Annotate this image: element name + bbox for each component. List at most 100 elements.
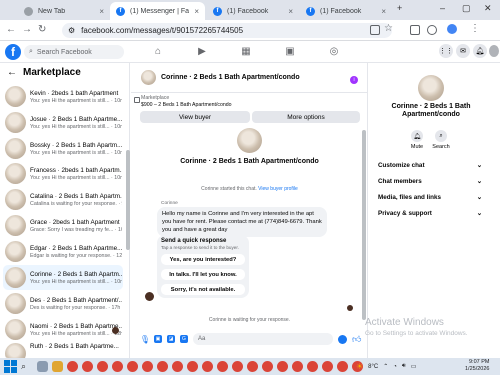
groups-icon[interactable]: ▣ [284,45,296,57]
customize-chat-row[interactable]: Customize chat ⌄ [378,158,482,172]
reload-icon[interactable]: ↻ [38,24,46,35]
back-arrow-icon[interactable]: ← [7,67,17,78]
tab-new-tab[interactable]: New Tab × [18,2,110,20]
chat-scrollbar[interactable] [362,130,366,320]
message-input[interactable]: Aa [193,333,333,345]
chrome-app-icon[interactable] [202,361,213,372]
back-icon[interactable]: ← [6,24,16,35]
battery-icon[interactable]: ▭ [411,363,417,370]
chrome-app-icon[interactable] [217,361,228,372]
maximize-icon[interactable]: ▢ [462,3,471,14]
chat-list-item[interactable]: Josue · 2 Beds 1 Bath Apartme... You: yes… [3,110,123,135]
view-buyer-button[interactable]: View buyer [140,111,250,123]
minimize-icon[interactable]: – [440,3,445,13]
chrome-app-icon[interactable] [247,361,258,372]
chat-list-item[interactable]: Naomi · 2 Beds 1 Bath Apartme... You: yes… [3,317,123,342]
file-explorer-icon[interactable] [52,361,63,372]
microphone-icon[interactable]: 🎙︎ [140,335,150,344]
like-icon[interactable]: 👍︎ [352,334,361,345]
marketplace-icon[interactable]: ▦ [240,45,252,57]
menu-icon[interactable]: ⋮ [470,23,480,34]
facebook-search[interactable]: ⌕ Search Facebook [24,45,124,59]
buyer-avatar[interactable] [145,292,154,301]
chrome-app-icon[interactable] [187,361,198,372]
weather-icon[interactable]: ☀ [356,362,363,371]
forward-icon[interactable]: → [22,24,32,35]
chat-list-item[interactable]: Catalina · 2 Beds 1 Bath Apartm... Catali… [3,187,123,212]
chat-members-row[interactable]: Chat members ⌄ [378,174,482,188]
gif-icon[interactable]: G [180,335,188,343]
chrome-app-icon[interactable] [157,361,168,372]
image-icon[interactable]: ▣ [154,335,162,343]
profile-avatar[interactable] [489,45,499,57]
chat-list-item[interactable]: Edgar · 2 Beds 1 Bath Apartme... Edgar is… [3,239,123,264]
quick-reply-in-talks[interactable]: In talks. I'll let you know. [161,269,245,280]
chrome-app-icon[interactable] [67,361,78,372]
video-icon[interactable]: ▶ [196,45,208,57]
privacy-support-row[interactable]: Privacy & support ⌄ [378,206,482,220]
chrome-app-icon[interactable] [232,361,243,372]
mute-button[interactable]: 🔔︎ Mute [405,130,429,150]
taskbar-clock[interactable]: 9:07 PM 1/25/2026 [465,359,489,373]
emoji-icon[interactable] [338,334,347,344]
chrome-app-icon[interactable] [337,361,348,372]
url-bar[interactable]: ⚙ facebook.com/messages/t/9015722657445​… [62,23,392,38]
more-options-button[interactable]: More options [252,111,360,123]
chrome-app-icon[interactable] [97,361,108,372]
chrome-app-icon[interactable] [322,361,333,372]
close-window-icon[interactable]: ✕ [484,3,492,14]
facebook-logo[interactable]: f [5,44,21,60]
install-app-icon[interactable] [370,25,380,35]
chrome-app-icon[interactable] [277,361,288,372]
close-icon[interactable]: × [99,7,104,16]
chat-list-item[interactable]: Kevin · 2beds 1 bath Apartment You: yes H… [3,84,123,109]
quick-reply-not-available[interactable]: Sorry, it's not available. [161,284,245,295]
chat-list-item[interactable]: Des · 2 Beds 1 Bath Apartment/... Des is … [3,291,123,316]
new-tab-button[interactable]: + [397,3,402,13]
volume-icon[interactable]: 🔊︎ [402,363,406,370]
close-icon[interactable]: × [381,7,386,16]
chrome-app-icon[interactable] [307,361,318,372]
chrome-app-icon[interactable] [127,361,138,372]
chat-list-item[interactable]: Francess · 2beds 1 bath Apartm... You: ye… [3,161,123,186]
chrome-app-icon[interactable] [292,361,303,372]
profile-icon[interactable] [427,25,437,35]
details-title: Corinne · 2 Beds 1 Bath Apartment/condo [391,103,471,118]
task-view-icon[interactable] [37,361,48,372]
messenger-icon[interactable]: ✉ [456,44,470,58]
chrome-app-icon[interactable] [82,361,93,372]
network-icon[interactable]: ◔ [393,364,397,370]
chevron-up-icon[interactable]: ⌃ [383,363,388,370]
home-icon[interactable]: ⌂ [152,45,164,57]
conversation-header[interactable]: Corinne · 2 Beds 1 Bath Apartment/condo [131,63,368,93]
tab-facebook-1[interactable]: f (1) Facebook × [207,2,299,20]
bookmark-star-icon[interactable]: ☆ [384,23,393,34]
chat-list-item[interactable]: Bossky · 2 Beds 1 Bath Apartm... You: yes… [3,136,123,161]
chrome-app-icon[interactable] [142,361,153,372]
quick-reply-yes[interactable]: Yes, are you interested? [161,254,245,265]
close-icon[interactable]: × [288,7,293,16]
media-files-links-row[interactable]: Media, files and links ⌄ [378,190,482,204]
windows-start-icon[interactable] [4,360,17,373]
chat-list-item[interactable]: Grace · 2beds 1 bath Apartment Grace: Sor… [3,213,123,238]
extensions-icon[interactable] [410,25,420,35]
info-icon[interactable]: i [350,76,358,84]
site-info-icon[interactable]: ⚙ [68,26,75,35]
account-avatar[interactable] [447,24,457,34]
search-button[interactable]: ⌕ Search [429,130,453,150]
view-buyer-profile-link[interactable]: View buyer profile [258,186,298,192]
menu-grid-icon[interactable]: ⋮⋮ [439,44,453,58]
notifications-icon[interactable]: 🔔︎ [473,44,487,58]
close-icon[interactable]: × [194,7,199,16]
sidebar-scrollbar[interactable] [126,150,130,250]
tab-facebook-2[interactable]: f (1) Facebook × [300,2,392,20]
chat-list-item-selected[interactable]: Corinne · 2 Beds 1 Bath Apartm... You: ye… [3,265,123,290]
chrome-app-icon[interactable] [112,361,123,372]
chrome-app-icon[interactable] [172,361,183,372]
chat-list-item[interactable]: Ruth · 2 Beds 1 Bath Apartme... [3,343,123,358]
gaming-icon[interactable]: ◎ [328,45,340,57]
tab-messenger[interactable]: f (1) Messenger | Facebook × [110,2,205,20]
chrome-app-icon[interactable] [262,361,273,372]
sticker-icon[interactable]: ◪ [167,335,175,343]
taskbar-search-icon[interactable]: ⌕ [21,361,35,372]
